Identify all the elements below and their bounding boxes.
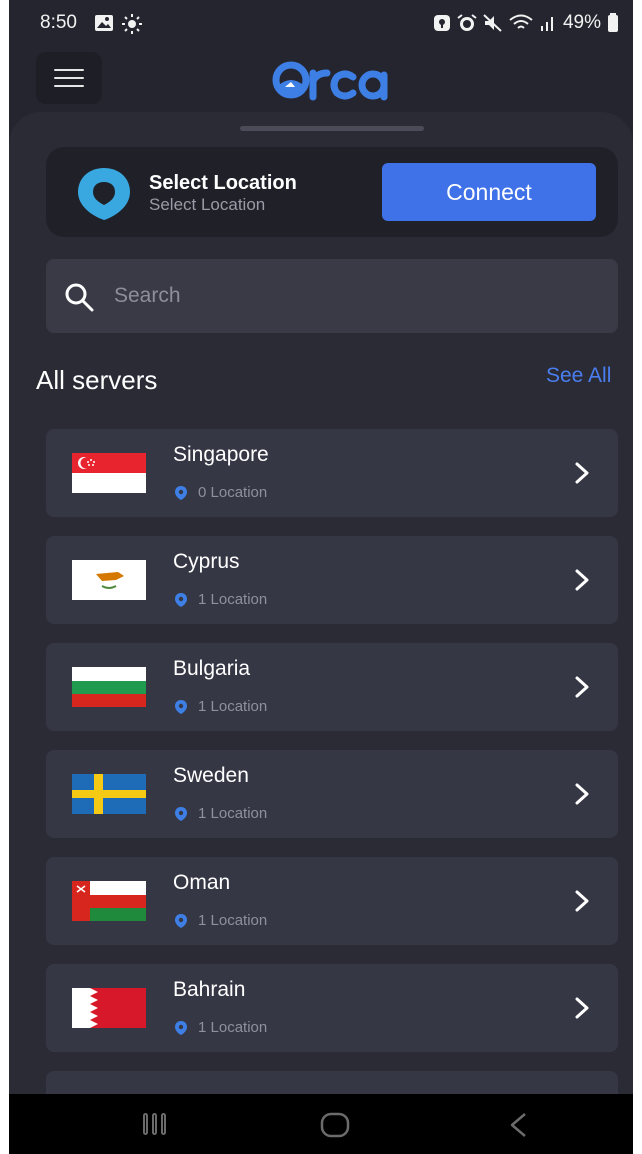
alarm-icon — [457, 14, 477, 31]
recent-apps-icon[interactable] — [141, 1112, 169, 1136]
server-meta: 1 Location — [173, 591, 267, 608]
search-box[interactable] — [46, 259, 618, 333]
server-item-bahrain[interactable]: Bahrain 1 Location — [46, 964, 618, 1052]
home-icon[interactable] — [320, 1112, 350, 1138]
chevron-right-icon — [575, 997, 589, 1019]
section-title: All servers — [36, 365, 158, 395]
status-right: 49% — [433, 12, 619, 34]
app-screen: 8:50 49% Select Location Select Location… — [9, 0, 633, 1154]
server-location-count: 1 Location — [198, 698, 268, 715]
server-meta: 1 Location — [173, 1019, 267, 1036]
sheet-handle[interactable] — [240, 126, 424, 131]
chevron-right-icon — [575, 890, 589, 912]
server-item-singapore[interactable]: Singapore 0 Location — [46, 429, 618, 517]
wifi-icon — [509, 14, 533, 29]
location-title: Select Location — [149, 172, 297, 194]
status-time: 8:50 — [40, 12, 77, 33]
server-meta: 1 Location — [173, 698, 267, 715]
server-item-sweden[interactable]: Sweden 1 Location — [46, 750, 618, 838]
status-bar: 8:50 49% — [9, 0, 633, 46]
server-name: Oman — [173, 871, 231, 894]
server-location-count: 0 Location — [198, 484, 268, 501]
location-pin-icon — [78, 168, 130, 220]
location-pin-icon — [175, 913, 187, 928]
signal-icon — [540, 17, 553, 31]
chevron-right-icon — [575, 569, 589, 591]
server-name: Bulgaria — [173, 657, 251, 680]
hamburger-menu-icon — [54, 69, 84, 87]
bahrain-flag-icon — [72, 988, 146, 1028]
chevron-right-icon — [575, 676, 589, 698]
location-pin-icon — [175, 699, 187, 714]
location-pin-icon — [175, 1020, 187, 1035]
menu-button[interactable] — [36, 52, 102, 104]
back-icon[interactable] — [507, 1112, 529, 1138]
search-icon — [65, 283, 94, 312]
server-item-cyprus[interactable]: Cyprus 1 Location — [46, 536, 618, 624]
server-meta: 1 Location — [173, 912, 267, 929]
server-name: Singapore — [173, 443, 269, 466]
oman-flag-icon — [72, 881, 146, 921]
server-location-count: 1 Location — [198, 912, 268, 929]
singapore-flag-icon — [72, 453, 146, 493]
bulgaria-flag-icon — [72, 667, 146, 707]
location-pin-icon — [175, 592, 187, 607]
mute-icon — [483, 14, 502, 32]
server-meta: 0 Location — [173, 484, 267, 501]
battery-icon — [608, 13, 618, 32]
server-name: Cyprus — [173, 550, 240, 573]
chevron-right-icon — [575, 783, 589, 805]
brightness-icon — [122, 14, 142, 34]
system-nav-bar — [9, 1094, 633, 1154]
server-item-oman[interactable]: Oman 1 Location — [46, 857, 618, 945]
cyprus-flag-icon — [72, 560, 146, 600]
location-pin-icon — [175, 485, 187, 500]
server-location-count: 1 Location — [198, 591, 268, 608]
server-name: Bahrain — [173, 978, 246, 1001]
battery-percentage: 49% — [562, 12, 601, 33]
location-subtitle: Select Location — [149, 195, 266, 214]
connect-button[interactable]: Connect — [382, 163, 596, 221]
sweden-flag-icon — [72, 774, 146, 814]
server-item-bulgaria[interactable]: Bulgaria 1 Location — [46, 643, 618, 731]
orca-logo — [272, 61, 388, 101]
see-all-link[interactable]: See All — [546, 364, 611, 388]
vpn-key-icon — [433, 15, 450, 31]
server-meta: 1 Location — [173, 805, 267, 822]
server-location-count: 1 Location — [198, 1019, 268, 1036]
chevron-right-icon — [575, 462, 589, 484]
search-input[interactable] — [114, 275, 594, 317]
location-card: Select Location Select Location Connect — [46, 147, 618, 237]
server-location-count: 1 Location — [198, 805, 268, 822]
gallery-icon — [95, 15, 113, 31]
server-name: Sweden — [173, 764, 249, 787]
location-pin-icon — [175, 806, 187, 821]
